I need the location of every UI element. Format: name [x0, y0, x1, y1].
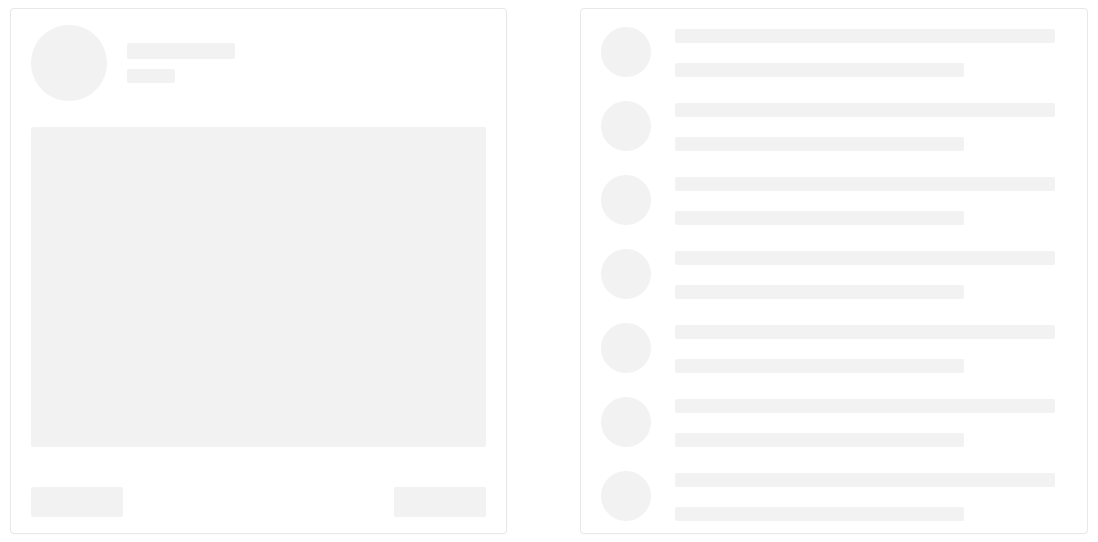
list-item-lines	[675, 323, 1056, 373]
avatar-placeholder	[601, 27, 651, 77]
subtitle-placeholder	[127, 69, 175, 83]
list-item-lines	[675, 397, 1056, 447]
avatar-placeholder	[601, 249, 651, 299]
line-placeholder	[675, 63, 964, 77]
line-placeholder	[675, 285, 964, 299]
line-placeholder	[675, 325, 1056, 339]
line-placeholder	[675, 433, 964, 447]
line-placeholder	[675, 211, 964, 225]
line-placeholder	[675, 177, 1056, 191]
post-header	[31, 25, 486, 101]
list-item	[601, 101, 1056, 151]
avatar-placeholder	[31, 25, 107, 101]
avatar-placeholder	[601, 175, 651, 225]
line-placeholder	[675, 29, 1056, 43]
line-placeholder	[675, 137, 964, 151]
avatar-placeholder	[601, 101, 651, 151]
line-placeholder	[675, 507, 964, 521]
list-item-lines	[675, 471, 1056, 521]
list-skeleton-card	[580, 8, 1089, 534]
post-header-text	[127, 43, 235, 83]
list-item-lines	[675, 101, 1056, 151]
line-placeholder	[675, 359, 964, 373]
footer-right-placeholder	[394, 487, 486, 517]
list-item	[601, 397, 1056, 447]
line-placeholder	[675, 103, 1056, 117]
list-item	[601, 323, 1056, 373]
media-placeholder	[31, 127, 486, 447]
list-item-lines	[675, 27, 1056, 77]
footer-left-placeholder	[31, 487, 123, 517]
list-item	[601, 27, 1056, 77]
post-skeleton-card	[10, 8, 507, 534]
list-item-lines	[675, 249, 1056, 299]
title-placeholder	[127, 43, 235, 59]
line-placeholder	[675, 251, 1056, 265]
avatar-placeholder	[601, 471, 651, 521]
line-placeholder	[675, 399, 1056, 413]
list-item	[601, 471, 1056, 521]
line-placeholder	[675, 473, 1056, 487]
list-item	[601, 249, 1056, 299]
list-item	[601, 175, 1056, 225]
avatar-placeholder	[601, 323, 651, 373]
post-footer	[31, 487, 486, 517]
avatar-placeholder	[601, 397, 651, 447]
list-item-lines	[675, 175, 1056, 225]
